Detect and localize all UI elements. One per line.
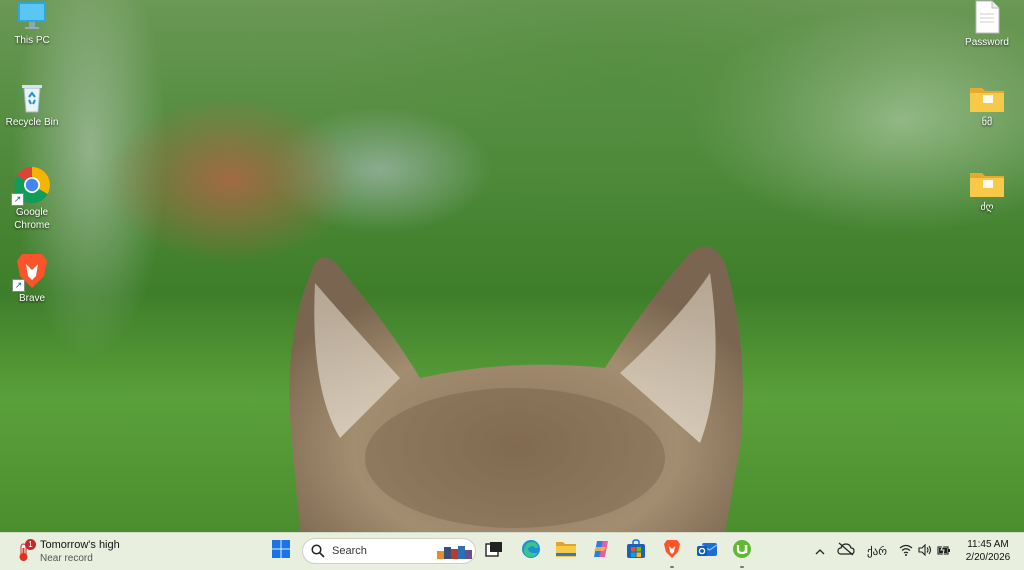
search-placeholder: Search bbox=[332, 545, 367, 557]
search-highlight-icon bbox=[435, 543, 475, 566]
show-hidden-icons-button[interactable] bbox=[812, 533, 828, 570]
desktop-icon-google-chrome[interactable]: ↗ Google Chrome bbox=[0, 166, 64, 232]
weather-title: Tomorrow's high bbox=[40, 538, 120, 551]
onedrive-status-button[interactable] bbox=[836, 533, 856, 570]
copilot-icon bbox=[591, 539, 611, 564]
running-indicator bbox=[740, 566, 744, 568]
start-button[interactable] bbox=[264, 533, 298, 570]
desktop-icon-recycle-bin[interactable]: Recycle Bin bbox=[0, 82, 64, 129]
brave-icon bbox=[663, 539, 681, 564]
shortcut-arrow-icon: ↗ bbox=[12, 279, 25, 292]
running-indicator bbox=[670, 566, 674, 568]
desktop-wallpaper bbox=[0, 0, 1024, 532]
desktop-icon-label: This PC bbox=[14, 35, 50, 46]
chrome-icon: ↗ bbox=[11, 166, 51, 206]
taskbar: 1 Tomorrow's high Near record Search ქარ… bbox=[0, 532, 1024, 570]
desktop-icon-label: Brave bbox=[18, 293, 46, 304]
taskbar-app-edge[interactable] bbox=[514, 533, 548, 570]
desktop-icon-folder-2[interactable]: ძღ bbox=[955, 169, 1019, 214]
desktop-icon-label: ძღ bbox=[980, 202, 994, 213]
edge-icon bbox=[521, 539, 541, 564]
desktop-icon-brave[interactable]: ↗ Brave bbox=[0, 252, 64, 305]
taskbar-app-file-explorer[interactable] bbox=[549, 533, 583, 570]
taskbar-app-utorrent[interactable] bbox=[725, 533, 759, 570]
taskbar-app-outlook[interactable] bbox=[690, 533, 724, 570]
folder-icon bbox=[969, 84, 1005, 114]
input-language-indicator[interactable]: ქარ bbox=[862, 533, 892, 570]
clock-button[interactable]: 11:45 AM 2/20/2026 bbox=[958, 538, 1018, 564]
clock-time: 11:45 AM bbox=[967, 539, 1009, 550]
windows-start-icon bbox=[272, 540, 290, 563]
desktop-icon-password[interactable]: Password bbox=[955, 0, 1019, 49]
volume-icon bbox=[918, 543, 932, 561]
taskbar-app-brave[interactable] bbox=[655, 533, 689, 570]
cloud-off-icon bbox=[837, 542, 855, 561]
recycle-bin-icon bbox=[16, 82, 48, 114]
outlook-icon bbox=[696, 539, 718, 564]
wifi-icon bbox=[899, 543, 913, 561]
cat-ears-wallpaper-image bbox=[289, 246, 743, 532]
utorrent-icon bbox=[732, 539, 752, 564]
desktop-icon-label: Recycle Bin bbox=[5, 117, 59, 128]
task-view-button[interactable] bbox=[477, 533, 511, 570]
file-explorer-icon bbox=[555, 540, 577, 563]
weather-subtitle: Near record bbox=[40, 552, 93, 564]
monitor-icon bbox=[16, 0, 48, 32]
taskbar-search-box[interactable]: Search bbox=[302, 538, 476, 564]
taskbar-app-copilot[interactable] bbox=[584, 533, 618, 570]
desktop-icon-label: Password bbox=[965, 37, 1009, 48]
microsoft-store-icon bbox=[626, 539, 646, 564]
desktop-icon-this-pc[interactable]: This PC bbox=[0, 0, 64, 47]
brave-icon: ↗ bbox=[12, 252, 50, 292]
clock-date: 2/20/2026 bbox=[965, 552, 1011, 563]
desktop-icon-label: Google Chrome bbox=[14, 207, 50, 231]
chevron-up-icon bbox=[815, 543, 825, 561]
document-icon bbox=[973, 0, 1001, 34]
desktop-icon-folder-1[interactable]: ნმ bbox=[955, 84, 1019, 129]
thermometer-icon: 1 bbox=[14, 538, 36, 563]
battery-charging-icon bbox=[937, 543, 951, 561]
shortcut-arrow-icon: ↗ bbox=[11, 193, 24, 206]
weather-widget[interactable]: 1 Tomorrow's high Near record bbox=[14, 533, 144, 570]
task-view-icon bbox=[485, 541, 503, 562]
search-icon bbox=[311, 544, 325, 563]
folder-icon bbox=[969, 169, 1005, 199]
weather-alert-badge: 1 bbox=[25, 538, 36, 550]
taskbar-app-microsoft-store[interactable] bbox=[619, 533, 653, 570]
desktop-icon-label: ნმ bbox=[981, 117, 993, 128]
quick-settings-button[interactable] bbox=[896, 533, 954, 570]
